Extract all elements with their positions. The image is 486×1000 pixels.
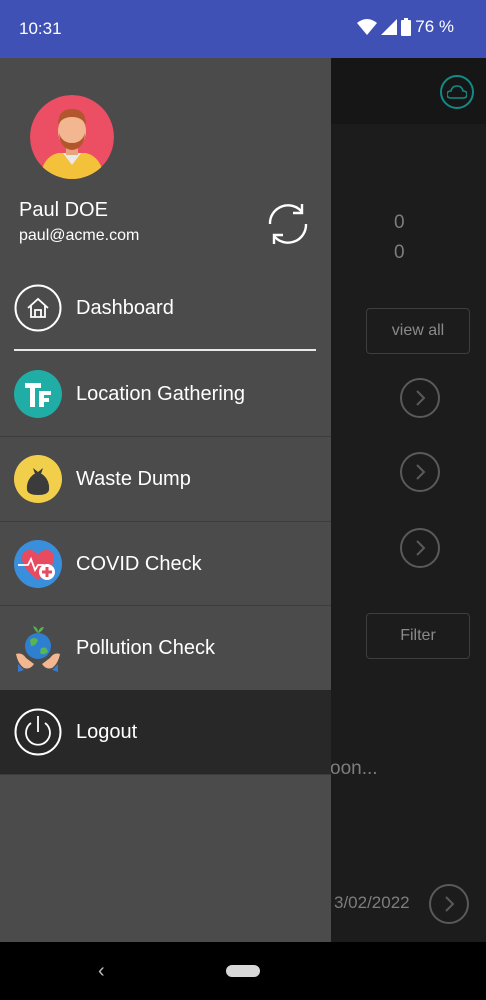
menu-item-label: Location Gathering xyxy=(76,382,246,405)
avatar xyxy=(30,95,114,179)
menu-item-label: Logout xyxy=(76,720,138,743)
menu-item-waste-dump[interactable]: Waste Dump xyxy=(0,437,331,521)
view-all-button[interactable]: view all xyxy=(366,308,470,354)
battery-percent: 76 % xyxy=(415,17,454,36)
wifi-icon xyxy=(357,19,378,35)
menu-item-label: COVID Check xyxy=(76,552,202,575)
trash-bag-icon xyxy=(14,455,62,503)
home-gesture-pill[interactable] xyxy=(226,965,260,977)
earth-hands-icon xyxy=(16,626,60,672)
chevron-right-icon[interactable] xyxy=(400,452,440,492)
chevron-right-icon[interactable] xyxy=(429,884,469,924)
user-email: paul@acme.com xyxy=(19,227,140,244)
navigation-drawer: Paul DOE paul@acme.com Dashboard Locatio… xyxy=(0,58,331,942)
background-partial-text: oon... xyxy=(330,758,378,779)
menu-item-label: Pollution Check xyxy=(76,636,215,659)
status-time: 10:31 xyxy=(19,19,62,38)
filter-button[interactable]: Filter xyxy=(366,613,470,659)
tf-logo-icon xyxy=(14,370,62,418)
system-navigation-bar: ‹ xyxy=(0,942,486,1000)
back-icon[interactable]: ‹ xyxy=(98,960,105,983)
user-name: Paul DOE xyxy=(19,199,108,221)
menu-item-pollution-check[interactable]: Pollution Check xyxy=(0,606,331,690)
divider xyxy=(14,349,316,351)
background-date: 3/02/2022 xyxy=(334,893,410,912)
signal-icon xyxy=(381,19,398,35)
cloud-icon[interactable] xyxy=(440,75,474,109)
chevron-right-icon[interactable] xyxy=(400,528,440,568)
menu-item-dashboard[interactable]: Dashboard xyxy=(0,266,331,350)
background-value: 0 xyxy=(394,242,405,263)
chevron-right-icon[interactable] xyxy=(400,378,440,418)
menu-item-location-gathering[interactable]: Location Gathering xyxy=(0,352,331,436)
power-icon xyxy=(14,708,62,756)
sync-icon[interactable] xyxy=(262,198,314,250)
battery-icon xyxy=(401,18,412,36)
menu-item-logout[interactable]: Logout xyxy=(0,690,331,774)
menu-item-label: Dashboard xyxy=(76,296,174,319)
status-icons: 76 % xyxy=(357,17,454,37)
heart-health-icon xyxy=(14,540,62,588)
menu-item-covid-check[interactable]: COVID Check xyxy=(0,522,331,606)
status-bar: 10:31 76 % xyxy=(0,0,486,58)
divider xyxy=(0,774,331,775)
home-icon xyxy=(14,284,62,332)
menu-item-label: Waste Dump xyxy=(76,467,191,490)
background-value: 0 xyxy=(394,212,405,233)
